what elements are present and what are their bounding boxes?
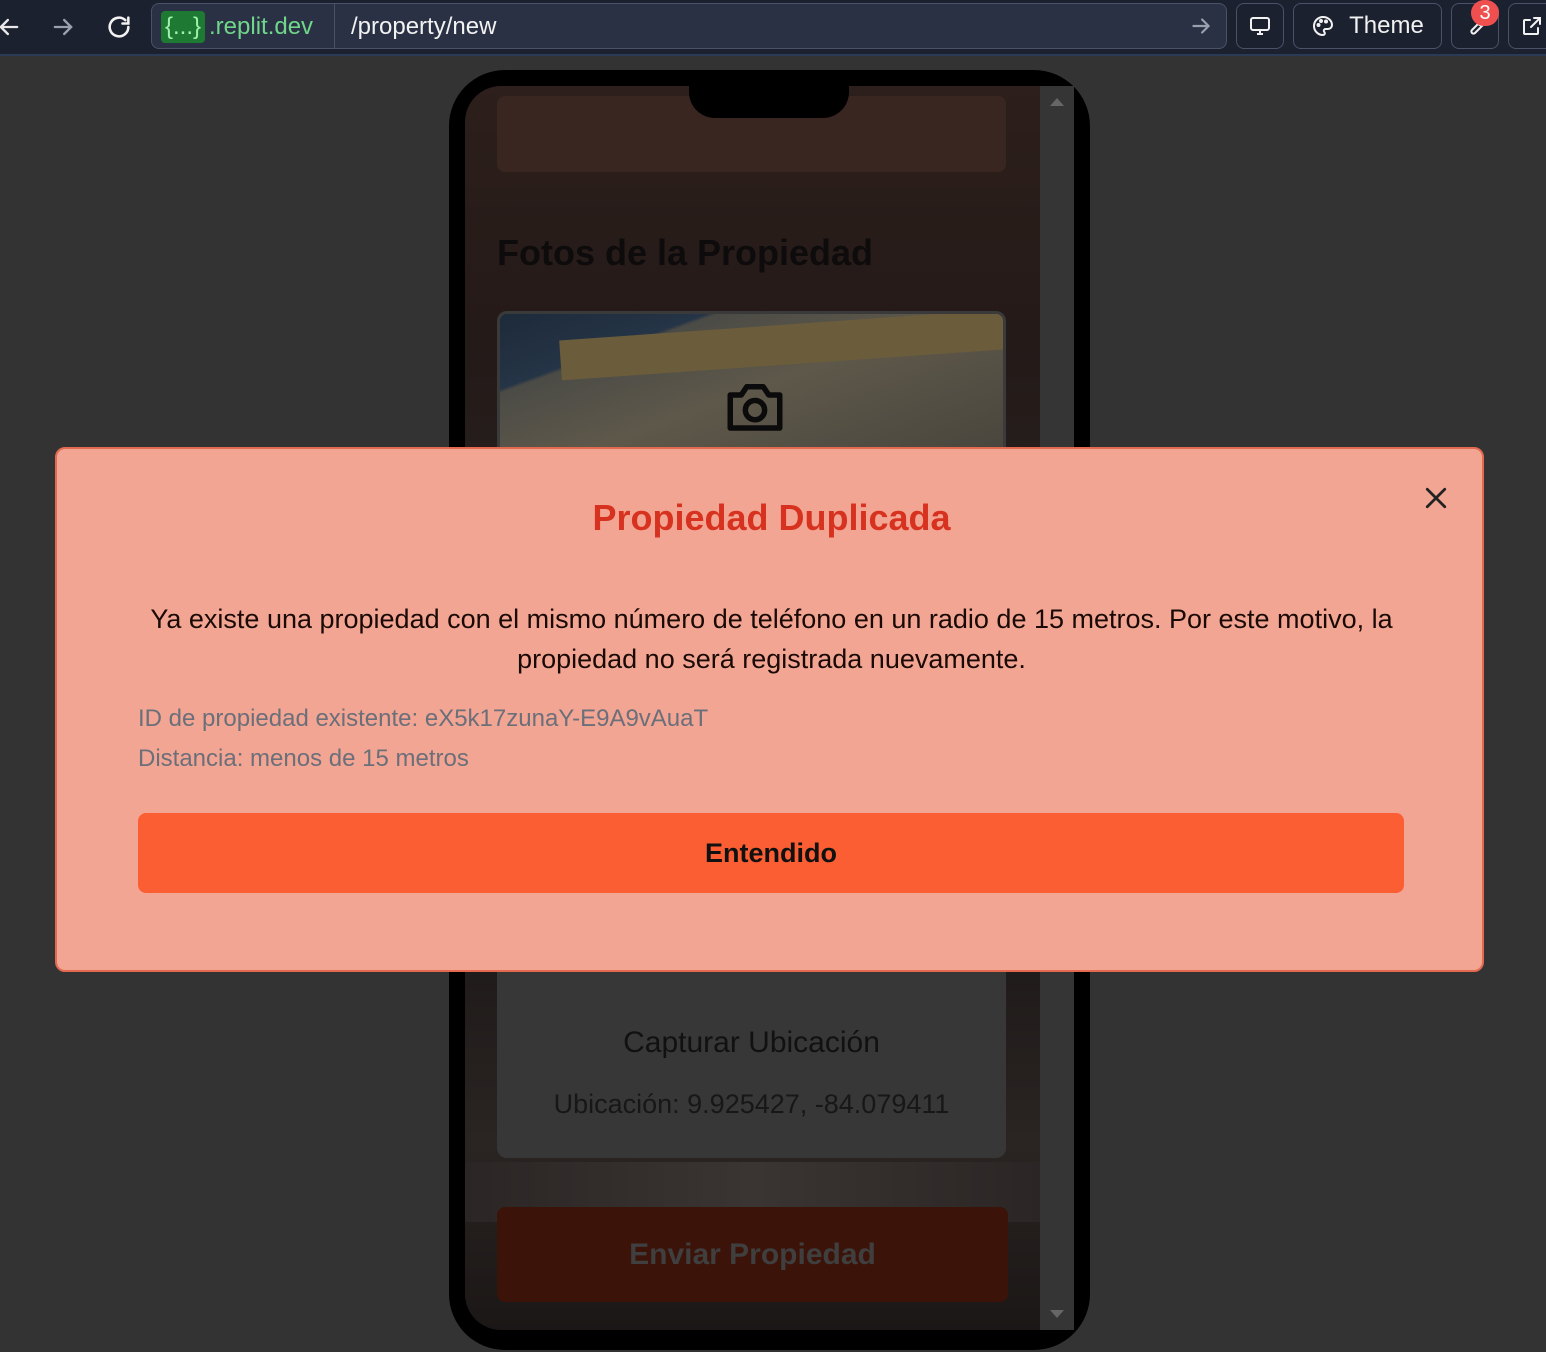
- scroll-up-arrow-icon[interactable]: [1050, 98, 1064, 106]
- duplicate-property-dialog: Propiedad Duplicada Ya existe una propie…: [55, 447, 1484, 972]
- existing-property-id: ID de propiedad existente: eX5k17zunaY-E…: [138, 705, 709, 732]
- dialog-message: Ya existe una propiedad con el mismo núm…: [150, 604, 1393, 674]
- phone-notch: [689, 86, 849, 118]
- dialog-title: Propiedad Duplicada: [592, 497, 951, 538]
- confirm-button[interactable]: Entendido: [138, 813, 1404, 893]
- scroll-down-arrow-icon[interactable]: [1050, 1310, 1064, 1318]
- address-bar[interactable]: {...} .replit.dev /property/new: [151, 3, 1227, 49]
- theme-button[interactable]: Theme: [1293, 3, 1442, 49]
- url-separator: [334, 4, 335, 48]
- go-arrow-icon[interactable]: [1188, 13, 1214, 39]
- open-new-tab-button[interactable]: [1508, 3, 1546, 49]
- reload-icon[interactable]: [102, 10, 136, 44]
- forward-icon[interactable]: [46, 10, 80, 44]
- capture-location-label: Capturar Ubicación: [623, 1026, 880, 1059]
- distance-text: Distancia: menos de 15 metros: [138, 745, 469, 772]
- external-link-icon: [1523, 17, 1541, 35]
- photo-roof: [559, 314, 1003, 381]
- url-path[interactable]: /property/new: [351, 11, 496, 43]
- devices-button[interactable]: [1236, 3, 1284, 49]
- location-coordinates: Ubicación: 9.925427, -84.079411: [553, 1089, 950, 1119]
- url-host-badge: {...}: [161, 11, 206, 43]
- browser-toolbar: {...} .replit.dev /property/new Theme 3: [0, 0, 1546, 56]
- monitor-icon: [1250, 17, 1270, 35]
- palette-icon: [1313, 15, 1334, 37]
- submit-property-button[interactable]: Enviar Propiedad: [497, 1207, 1008, 1302]
- url-host: .replit.dev: [209, 13, 314, 40]
- photos-section-title: Fotos de la Propiedad: [497, 232, 874, 273]
- theme-label: Theme: [1349, 12, 1424, 39]
- camera-icon: [727, 384, 783, 431]
- devtools-badge: 3: [1471, 0, 1499, 26]
- back-icon[interactable]: [0, 10, 26, 44]
